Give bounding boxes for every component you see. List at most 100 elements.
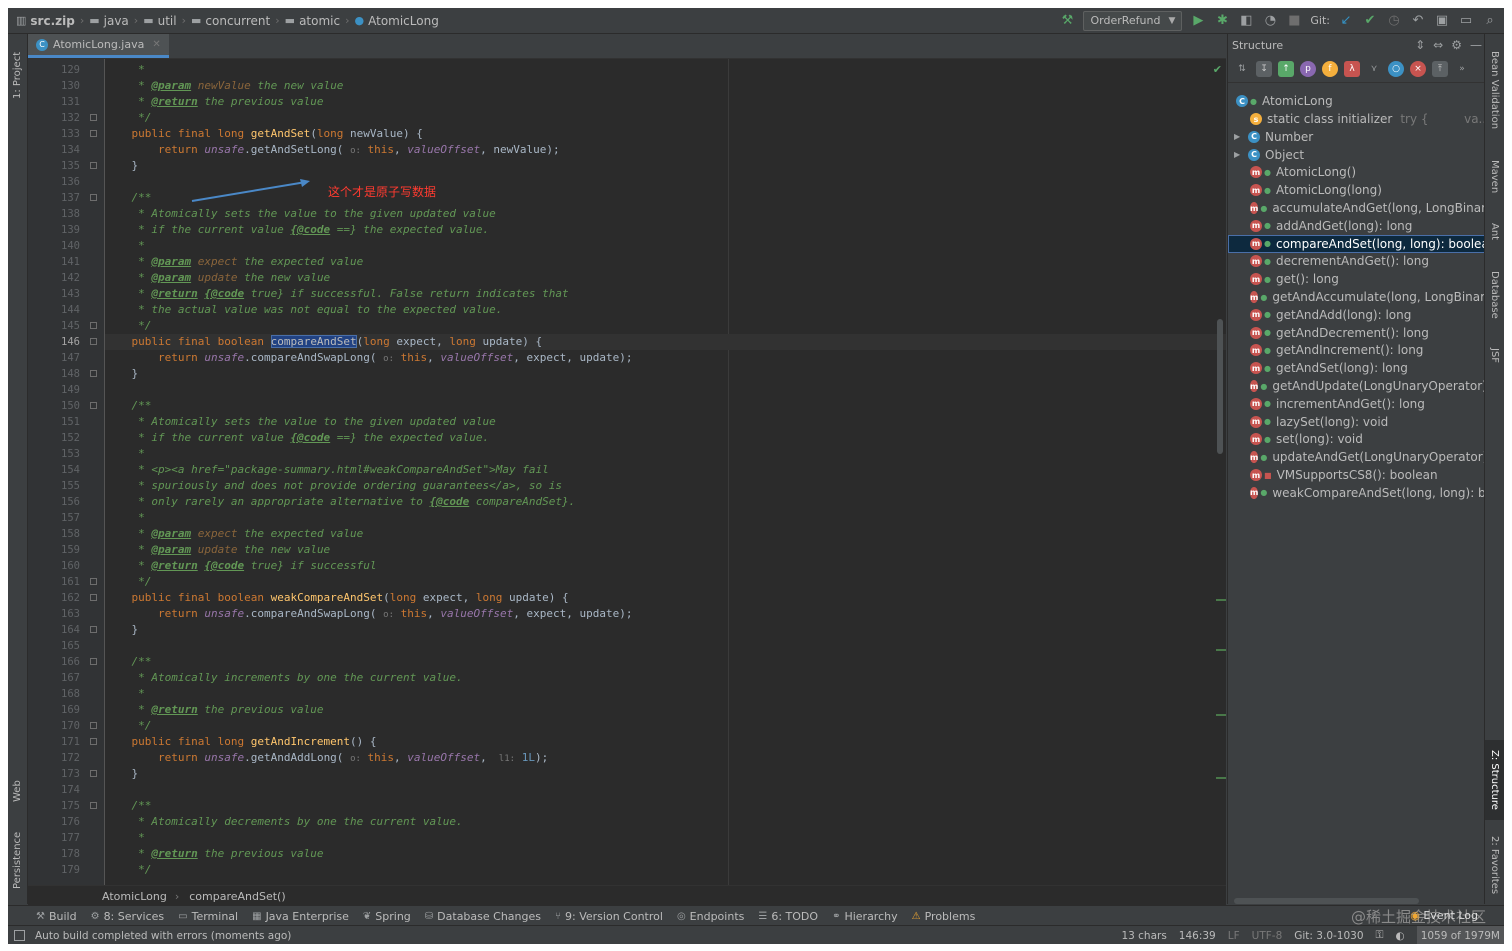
line-separator[interactable]: LF <box>1228 930 1240 942</box>
structure-item[interactable]: m ● getAndIncrement(): long <box>1228 341 1486 359</box>
tab-atomiclong-java[interactable]: C AtomicLong.java ✕ <box>28 34 169 58</box>
tool-window-warning[interactable]: ⚠ Problems <box>912 910 976 923</box>
code-line[interactable] <box>105 638 1226 654</box>
code-line[interactable]: * <box>105 238 1226 254</box>
fold-marker-icon[interactable] <box>90 738 97 745</box>
line-number[interactable]: 178 <box>28 846 80 862</box>
tool-window-enterprise[interactable]: ▦ Java Enterprise <box>252 910 349 923</box>
line-number[interactable]: 151 <box>28 414 80 430</box>
show-lambdas-icon[interactable]: λ <box>1344 61 1360 77</box>
line-number[interactable]: 134 <box>28 142 80 158</box>
git-commit-icon[interactable]: ✔ <box>1362 13 1378 29</box>
line-number[interactable]: 139 <box>28 222 80 238</box>
line-number[interactable]: 150 <box>28 398 80 414</box>
line-number[interactable]: 172 <box>28 750 80 766</box>
line-number[interactable]: 167 <box>28 670 80 686</box>
code-line[interactable]: * <box>105 446 1226 462</box>
line-number[interactable]: 146 <box>28 334 80 350</box>
line-number[interactable]: 170 <box>28 718 80 734</box>
inspection-ok-icon[interactable]: ✔ <box>1213 63 1222 76</box>
line-number[interactable]: 153 <box>28 446 80 462</box>
more-icon[interactable]: » <box>1454 61 1470 77</box>
structure-item[interactable]: m● getAndAccumulate(long, LongBinaryOpera… <box>1228 288 1486 306</box>
sort-visibility-icon[interactable]: ⇅ <box>1234 61 1250 77</box>
code-line[interactable]: } <box>105 366 1226 382</box>
code-line[interactable]: /** <box>105 654 1226 670</box>
autoscroll-icon[interactable]: ⤒ <box>1432 61 1448 77</box>
line-number[interactable]: 129 <box>28 62 80 78</box>
code-line[interactable]: * @param expect the expected value <box>105 254 1226 270</box>
code-line[interactable]: * Atomically sets the value to the given… <box>105 206 1226 222</box>
fold-marker-icon[interactable] <box>90 130 97 137</box>
breadcrumb-concurrent[interactable]: ▬ concurrent <box>187 8 274 33</box>
line-number[interactable]: 155 <box>28 478 80 494</box>
code-line[interactable]: * if the current value {@code ==} the ex… <box>105 430 1226 446</box>
fold-marker-icon[interactable] <box>90 370 97 377</box>
structure-item[interactable]: m● getAndUpdate(LongUnaryOperator): long <box>1228 377 1486 395</box>
tab-database[interactable]: Database <box>1485 262 1504 328</box>
rollback-icon[interactable]: ↶ <box>1410 13 1426 29</box>
code-line[interactable]: public final boolean compareAndSet(long … <box>105 334 1226 350</box>
code-line[interactable]: * if the current value {@code ==} the ex… <box>105 222 1226 238</box>
structure-item[interactable]: m ● AtomicLong() <box>1228 163 1486 181</box>
tool-window-todo[interactable]: ☰ 6: TODO <box>758 910 818 923</box>
tool-window-vcs[interactable]: ⑂ 9: Version Control <box>555 910 663 923</box>
tool-window-endpoints[interactable]: ◎ Endpoints <box>677 910 744 923</box>
gear-icon[interactable]: ⚙ <box>1451 38 1462 52</box>
line-number[interactable]: 135 <box>28 158 80 174</box>
line-number[interactable]: 130 <box>28 78 80 94</box>
code-line[interactable]: * Atomically decrements by one the curre… <box>105 814 1226 830</box>
line-number[interactable]: 143 <box>28 286 80 302</box>
line-number[interactable]: 165 <box>28 638 80 654</box>
fold-marker-icon[interactable] <box>90 194 97 201</box>
code-line[interactable]: * <box>105 830 1226 846</box>
code-line[interactable]: public final long getAndSet(long newValu… <box>105 126 1226 142</box>
code-line[interactable]: /** <box>105 398 1226 414</box>
fold-marker-icon[interactable] <box>90 578 97 585</box>
line-number[interactable]: 132 <box>28 110 80 126</box>
line-number[interactable]: 158 <box>28 526 80 542</box>
stop-icon[interactable]: ■ <box>1286 13 1302 29</box>
fold-marker-icon[interactable] <box>90 658 97 665</box>
line-number[interactable]: 175 <box>28 798 80 814</box>
line-number[interactable]: 140 <box>28 238 80 254</box>
tab-ant[interactable]: Ant <box>1485 214 1504 250</box>
tool-window-spring[interactable]: ❦ Spring <box>363 910 411 923</box>
search-icon[interactable]: ⌕ <box>1482 13 1498 29</box>
code-line[interactable]: } <box>105 158 1226 174</box>
structure-item[interactable]: m ● incrementAndGet(): long <box>1228 395 1486 413</box>
line-number[interactable]: 164 <box>28 622 80 638</box>
breadcrumb-class[interactable]: AtomicLong <box>102 890 167 903</box>
line-number[interactable]: 157 <box>28 510 80 526</box>
profile-icon[interactable]: ◔ <box>1262 13 1278 29</box>
structure-item[interactable]: m ● set(long): void <box>1228 430 1486 448</box>
run-configuration-select[interactable]: OrderRefund ▼ <box>1083 10 1183 31</box>
expand-arrow-icon[interactable]: ▶ <box>1234 132 1240 141</box>
code-line[interactable]: * Atomically sets the value to the given… <box>105 414 1226 430</box>
build-hammer-icon[interactable]: ⚒ <box>1059 13 1075 29</box>
line-number[interactable]: 174 <box>28 782 80 798</box>
line-number[interactable]: 138 <box>28 206 80 222</box>
line-number[interactable]: 133 <box>28 126 80 142</box>
line-number[interactable]: 145 <box>28 318 80 334</box>
structure-item[interactable]: m● accumulateAndGet(long, LongBinaryOpera… <box>1228 199 1486 217</box>
line-number[interactable]: 160 <box>28 558 80 574</box>
lock-icon[interactable]: ⚿ <box>1376 929 1384 942</box>
toggle-tool-windows-icon[interactable] <box>14 930 25 941</box>
line-number[interactable]: 148 <box>28 366 80 382</box>
structure-item[interactable]: m ● lazySet(long): void <box>1228 413 1486 431</box>
code-line[interactable]: * @param update the new value <box>105 542 1226 558</box>
code-line[interactable]: * @return the previous value <box>105 846 1226 862</box>
expand-arrow-icon[interactable]: ▶ <box>1234 150 1240 159</box>
code-line[interactable]: * @return {@code true} if successful. Fa… <box>105 286 1226 302</box>
inspector-icon[interactable]: ◐ <box>1396 930 1405 942</box>
breadcrumb-method[interactable]: compareAndSet() <box>189 890 285 903</box>
line-number[interactable]: 147 <box>28 350 80 366</box>
line-number[interactable]: 149 <box>28 382 80 398</box>
line-number[interactable]: 144 <box>28 302 80 318</box>
structure-item[interactable]: m ● getAndDecrement(): long <box>1228 324 1486 342</box>
run-icon[interactable]: ▶ <box>1190 13 1206 29</box>
tool-window-database[interactable]: ⛁ Database Changes <box>425 910 541 923</box>
tab-web[interactable]: Web <box>8 770 27 812</box>
code-line[interactable]: * <box>105 686 1226 702</box>
